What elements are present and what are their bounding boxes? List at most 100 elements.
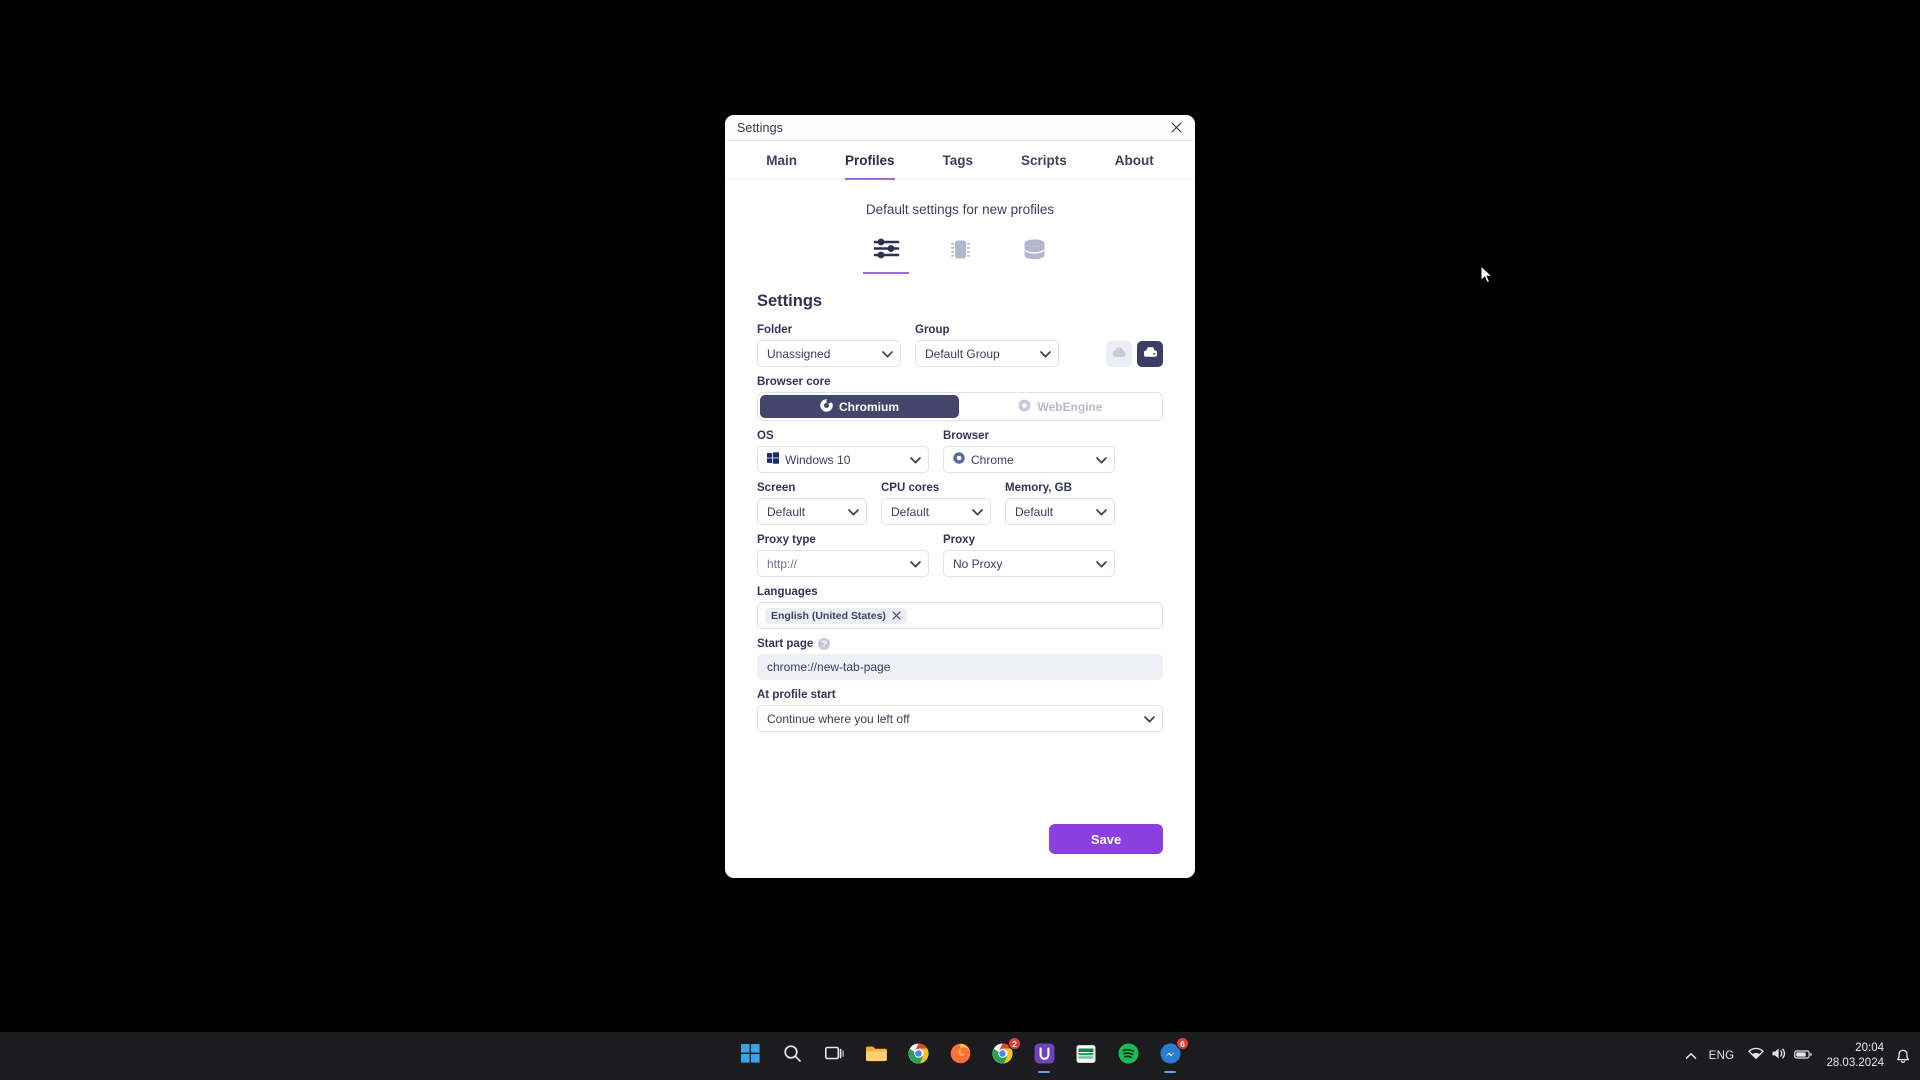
browser-core-segmented: Chromium WebEngine [757, 392, 1163, 421]
chevron-down-icon [848, 505, 859, 519]
wifi-icon[interactable] [1748, 1047, 1765, 1065]
start-button[interactable] [732, 1038, 768, 1074]
volume-icon[interactable] [1771, 1047, 1787, 1065]
group-label: Group [915, 324, 950, 336]
dialog-subtitle: Default settings for new profiles [865, 202, 1055, 217]
taskbar-items: 2 6 [732, 1032, 1189, 1080]
proxy-type-label: Proxy type [757, 534, 816, 546]
screen-label: Screen [757, 482, 796, 494]
close-icon[interactable] [1163, 118, 1189, 138]
spotify-icon [1118, 1043, 1139, 1069]
firefox-button[interactable] [942, 1038, 978, 1074]
tab-about[interactable]: About [1115, 142, 1154, 180]
proxy-value: No Proxy [953, 556, 1003, 571]
at-profile-start-select[interactable]: Continue where you left off [757, 705, 1163, 732]
app-button[interactable] [1026, 1038, 1062, 1074]
os-value: Windows 10 [785, 452, 851, 467]
tab-main[interactable]: Main [766, 142, 797, 180]
folder-select[interactable]: Unassigned [757, 340, 901, 367]
cpu-cores-select[interactable]: Default [881, 498, 991, 525]
chevron-down-icon [1040, 347, 1051, 361]
language-indicator[interactable]: ENG [1705, 1050, 1739, 1062]
chevron-down-icon [1096, 453, 1107, 467]
os-select[interactable]: Windows 10 [757, 446, 929, 473]
start-page-label: Start page ? [757, 638, 1163, 650]
tab-scripts[interactable]: Scripts [1021, 142, 1067, 180]
field-memory: Memory, GB Default [1005, 482, 1115, 525]
icon-tab-general[interactable] [863, 234, 909, 274]
tab-tags[interactable]: Tags [943, 142, 974, 180]
screen-select[interactable]: Default [757, 498, 867, 525]
browser-select[interactable]: Chrome [943, 446, 1115, 473]
row-proxy: Proxy type http:// Proxy No Proxy [757, 534, 1163, 577]
tray-icons[interactable] [1746, 1047, 1814, 1065]
language-chip[interactable]: English (United States) [765, 607, 907, 624]
save-button[interactable]: Save [1049, 824, 1163, 854]
cloud-icon [1111, 345, 1127, 363]
system-tray: ENG 20:04 28.03.2024 [1685, 1032, 1920, 1080]
windows-icon [767, 452, 779, 467]
task-view-button[interactable] [816, 1038, 852, 1074]
chrome-profile-button[interactable]: 2 [984, 1037, 1021, 1074]
browser-label: Browser [943, 430, 990, 442]
browser-core-chromium-button[interactable]: Chromium [760, 395, 959, 418]
at-profile-start-label: At profile start [757, 689, 836, 701]
cpu-chip-icon [948, 238, 973, 266]
messenger-badge: 6 [1176, 1037, 1189, 1050]
tab-bar: Main Profiles Tags Scripts About [725, 141, 1195, 180]
close-icon[interactable] [892, 611, 901, 620]
battery-icon[interactable] [1794, 1047, 1813, 1065]
browser-core-chromium-label: Chromium [839, 399, 899, 414]
proxy-type-select[interactable]: http:// [757, 550, 929, 577]
field-os: OS Windows 10 [757, 430, 929, 473]
desktop-background: Settings Main Profiles Tags Scripts Abou… [0, 0, 1920, 1080]
proxy-select[interactable]: No Proxy [943, 550, 1115, 577]
tab-profiles[interactable]: Profiles [844, 142, 895, 180]
memory-select[interactable]: Default [1005, 498, 1115, 525]
cloud-storage-button[interactable] [1106, 341, 1132, 367]
chevron-down-icon [972, 505, 983, 519]
file-explorer-button[interactable] [858, 1038, 894, 1074]
chrome-icon [908, 1043, 929, 1069]
languages-input[interactable]: English (United States) [757, 602, 1163, 629]
chevron-down-icon [910, 557, 921, 571]
chevron-down-icon [1144, 712, 1155, 726]
windows-start-icon [740, 1044, 760, 1068]
chevron-down-icon [1096, 505, 1107, 519]
u-app-icon [1034, 1043, 1055, 1069]
start-page-input[interactable]: chrome://new-tab-page [757, 654, 1163, 680]
task-view-icon [824, 1045, 844, 1067]
chevron-up-icon[interactable] [1685, 1052, 1697, 1061]
row-folder-group: Folder Unassigned Group Default Group [757, 324, 1163, 367]
language-chip-label: English (United States) [771, 609, 886, 622]
icon-tab-storage[interactable] [1011, 234, 1057, 274]
search-icon [783, 1044, 802, 1068]
settings-form: Folder Unassigned Group Default Group Br… [757, 315, 1163, 732]
group-select[interactable]: Default Group [915, 340, 1059, 367]
local-storage-button[interactable] [1137, 341, 1163, 367]
at-profile-start-value: Continue where you left off [767, 711, 910, 726]
clock-date: 28.03.2024 [1826, 1057, 1884, 1069]
chrome-icon [820, 398, 833, 415]
search-button[interactable] [774, 1038, 810, 1074]
chrome-profile-badge: 2 [1008, 1037, 1021, 1050]
screen-value: Default [767, 504, 806, 519]
help-icon[interactable]: ? [818, 638, 831, 650]
webengine-icon [1018, 399, 1031, 415]
chevron-down-icon [910, 453, 921, 467]
database-icon [1021, 238, 1048, 266]
group-value: Default Group [925, 346, 1000, 361]
excel-button[interactable] [1068, 1038, 1104, 1074]
chrome-button[interactable] [900, 1038, 936, 1074]
clock[interactable]: 20:04 28.03.2024 [1822, 1041, 1888, 1071]
messenger-button[interactable]: 6 [1152, 1037, 1189, 1074]
notification-icon[interactable] [1896, 1049, 1910, 1064]
start-page-label-text: Start page [757, 638, 814, 650]
start-page-value: chrome://new-tab-page [767, 660, 891, 674]
spotify-button[interactable] [1110, 1038, 1146, 1074]
field-browser-core: Browser core Chromium WebEngine [757, 376, 1163, 421]
proxy-type-value: http:// [767, 556, 798, 571]
icon-tab-hardware[interactable] [937, 234, 983, 274]
local-disk-icon [1143, 345, 1158, 363]
browser-core-webengine-button[interactable]: WebEngine [961, 395, 1160, 418]
